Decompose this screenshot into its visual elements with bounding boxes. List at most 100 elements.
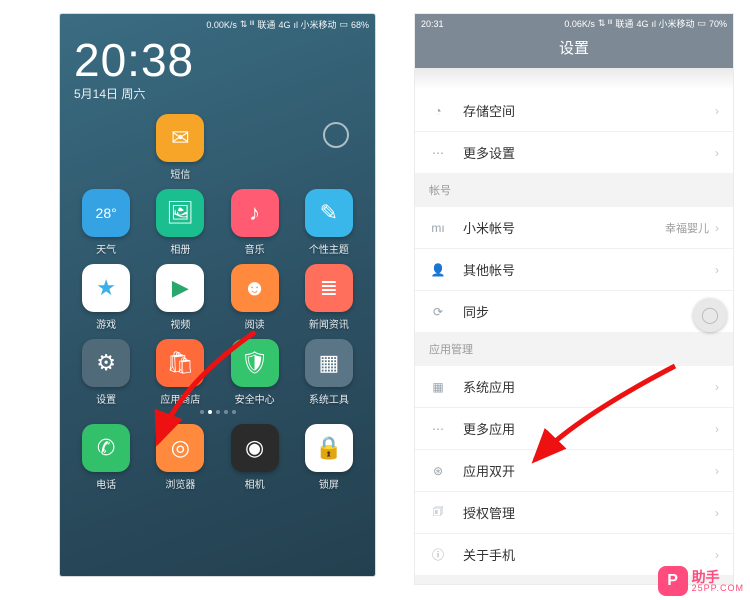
- app-label: 个性主题: [309, 241, 349, 256]
- app-label: 系统工具: [309, 391, 349, 406]
- app-设置[interactable]: ⚙设置: [72, 339, 140, 406]
- page-title: 设置: [415, 33, 733, 68]
- row-icon: ⟳: [429, 303, 447, 321]
- watermark: P 助手 25PP.COM: [658, 566, 744, 596]
- chevron-right-icon: ›: [715, 506, 719, 520]
- settings-row-系统应用[interactable]: ▦系统应用›: [415, 366, 733, 407]
- settings-row-存储空间[interactable]: ◔存储空间›: [415, 90, 733, 131]
- row-label: 更多应用: [463, 419, 715, 438]
- network-type: 4G: [636, 19, 648, 29]
- row-label: 应用双开: [463, 461, 715, 480]
- app-视频[interactable]: ▶ 视频: [146, 264, 214, 331]
- settings-row-更多设置[interactable]: ⋯ 更多设置›: [415, 131, 733, 173]
- settings-row-更多应用[interactable]: ⋯ 更多应用›: [415, 407, 733, 449]
- clock-widget[interactable]: 20:38 5月14日 周六: [60, 35, 375, 104]
- settings-row-应用双开[interactable]: ⊛应用双开›: [415, 449, 733, 491]
- battery-pct: 68%: [351, 20, 369, 30]
- row-value: 幸福婴儿: [665, 220, 709, 236]
- app-短信[interactable]: ✉短信: [146, 114, 214, 181]
- chevron-right-icon: ›: [715, 422, 719, 436]
- app-个性主题[interactable]: ✎个性主题: [295, 189, 363, 256]
- status-bar: 20:31 0.06K/s ⇅ ᴵᴵᴵ 联通 4G ıl 小米移动 ▭ 70%: [415, 14, 733, 33]
- settings-row-同步[interactable]: ⟳同步›: [415, 290, 733, 332]
- row-icon: ⋯: [429, 144, 447, 162]
- floating-assistive-ball[interactable]: ◯: [693, 298, 727, 332]
- carrier: 联通: [615, 17, 633, 30]
- settings-row-小米帐号[interactable]: mı 小米帐号幸福婴儿 ›: [415, 207, 733, 248]
- dock: ✆ 电话 ◎浏览器◉相机🔒锁屏: [60, 414, 375, 499]
- app-label: 应用商店: [160, 391, 200, 406]
- settings-group-account: mı 小米帐号幸福婴儿 › 👤 其他帐号 › ⟳同步›: [415, 207, 733, 332]
- chevron-right-icon: ›: [715, 104, 719, 118]
- app-icon: 🛍: [156, 339, 204, 387]
- quick-camera-ring[interactable]: [323, 122, 349, 148]
- app-icon: 🖼: [156, 189, 204, 237]
- chevron-right-icon: ›: [715, 146, 719, 160]
- row-icon: ◔: [429, 102, 447, 120]
- settings-header: 20:31 0.06K/s ⇅ ᴵᴵᴵ 联通 4G ıl 小米移动 ▭ 70% …: [415, 14, 733, 68]
- settings-screen: 20:31 0.06K/s ⇅ ᴵᴵᴵ 联通 4G ıl 小米移动 ▭ 70% …: [415, 14, 733, 584]
- row-label: 更多设置: [463, 143, 715, 162]
- settings-group-appmgr: ▦系统应用›⋯更多应用›⊛应用双开›🗊授权管理›ⓘ关于手机›: [415, 366, 733, 575]
- app-label: 阅读: [245, 316, 265, 331]
- settings-row-其他帐号[interactable]: 👤其他帐号›: [415, 248, 733, 290]
- app-游戏[interactable]: ★游戏: [72, 264, 140, 331]
- app-安全中心[interactable]: 🛡安全中心: [221, 339, 289, 406]
- settings-row-授权管理[interactable]: 🗊授权管理›: [415, 491, 733, 533]
- chevron-right-icon: ›: [715, 464, 719, 478]
- network-type: 4G: [278, 20, 290, 30]
- app-icon: 🔒: [305, 424, 353, 472]
- chevron-right-icon: ›: [715, 548, 719, 562]
- clock-date: 5月14日 周六: [74, 85, 361, 102]
- battery-icon: ▭: [339, 19, 348, 30]
- signal-icon: ⇅ ᴵᴵᴵ: [240, 19, 255, 30]
- app-应用商店[interactable]: 🛍 应用商店: [146, 339, 214, 406]
- app-label: 新闻资讯: [309, 316, 349, 331]
- row-label: 小米帐号: [463, 218, 665, 237]
- app-label: 设置: [96, 391, 116, 406]
- settings-group-general: ◔存储空间›⋯更多设置›: [415, 90, 733, 173]
- row-icon: ⋯: [429, 420, 447, 438]
- row-label: 授权管理: [463, 503, 715, 522]
- app-label: 安全中心: [235, 391, 275, 406]
- net-speed: 0.00K/s: [206, 20, 237, 30]
- battery-pct: 70%: [709, 19, 727, 29]
- app-label: 相册: [170, 241, 190, 256]
- app-icon: 28°: [82, 189, 130, 237]
- chevron-right-icon: ›: [715, 221, 719, 235]
- row-label: 关于手机: [463, 545, 715, 564]
- watermark-url: 25PP.COM: [692, 584, 744, 593]
- app-icon: ✆: [82, 424, 130, 472]
- row-label: 其他帐号: [463, 260, 715, 279]
- partial-row-cut: [415, 68, 733, 90]
- section-header-account: 帐号: [415, 173, 733, 207]
- app-相机[interactable]: ◉相机: [221, 424, 289, 491]
- pp-logo: P: [658, 566, 688, 596]
- app-电话[interactable]: ✆ 电话: [72, 424, 140, 491]
- status-bar: 0.00K/s ⇅ ᴵᴵᴵ 联通 4G ıl 小米移动 ▭ 68%: [60, 14, 375, 35]
- app-icon: ▶: [156, 264, 204, 312]
- app-label: 相机: [245, 476, 265, 491]
- app-label: 电话: [96, 476, 116, 491]
- app-音乐[interactable]: ♪音乐: [221, 189, 289, 256]
- app-相册[interactable]: 🖼 相册: [146, 189, 214, 256]
- net-speed: 0.06K/s: [564, 19, 595, 29]
- app-系统工具[interactable]: ▦系统工具: [295, 339, 363, 406]
- app-浏览器[interactable]: ◎浏览器: [146, 424, 214, 491]
- sim2: ıl 小米移动: [651, 17, 694, 30]
- app-新闻资讯[interactable]: ≣新闻资讯: [295, 264, 363, 331]
- clock-time: 20:38: [74, 37, 361, 83]
- carrier: 联通: [257, 18, 275, 31]
- app-icon: ♪: [231, 189, 279, 237]
- app-icon: ☻: [231, 264, 279, 312]
- stage: 0.00K/s ⇅ ᴵᴵᴵ 联通 4G ıl 小米移动 ▭ 68% 20:38 …: [0, 0, 750, 600]
- app-天气[interactable]: 28° 天气: [72, 189, 140, 256]
- row-icon: ⓘ: [429, 546, 447, 564]
- clock: 20:31: [421, 19, 444, 29]
- app-label: 视频: [170, 316, 190, 331]
- row-icon: mı: [429, 219, 447, 237]
- row-icon: 👤: [429, 261, 447, 279]
- app-label: 天气: [96, 241, 116, 256]
- app-阅读[interactable]: ☻ 阅读: [221, 264, 289, 331]
- app-锁屏[interactable]: 🔒锁屏: [295, 424, 363, 491]
